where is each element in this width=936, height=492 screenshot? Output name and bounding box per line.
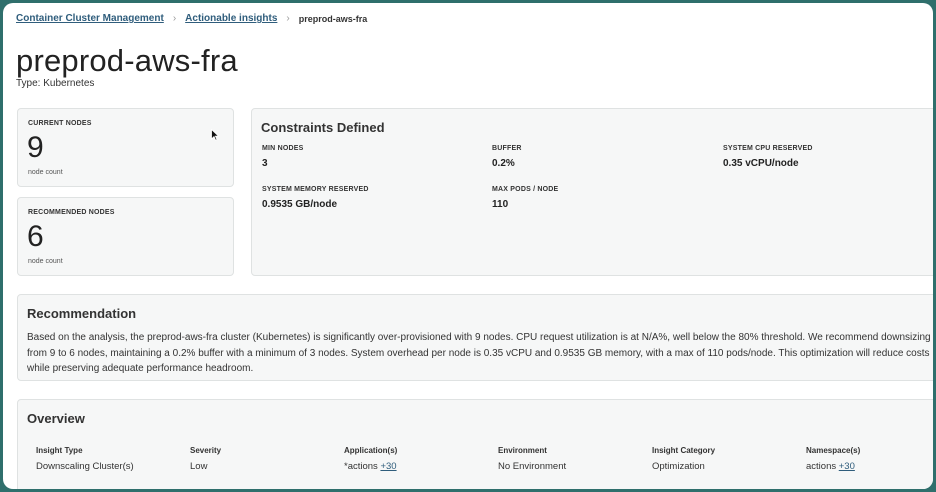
overview-header: Environment [498,446,547,455]
overview-header: Namespace(s) [806,446,861,455]
constraint-min-nodes: MIN NODES 3 [262,145,303,169]
constraint-label: SYSTEM MEMORY RESERVED [262,186,369,193]
overview-column-namespaces: Namespace(s) actions +30 [806,446,860,472]
recommendation-card: Recommendation Based on the analysis, th… [17,294,933,381]
constraint-system-cpu-reserved: SYSTEM CPU RESERVED 0.35 vCPU/node [723,145,813,169]
overview-column-severity: Severity Low [190,446,221,472]
breadcrumb-current: preprod-aws-fra [298,13,368,24]
current-nodes-value: 9 [27,131,44,164]
current-nodes-label: CURRENT NODES [28,120,92,127]
current-nodes-card: CURRENT NODES 9 node count [17,108,234,187]
constraints-card: Constraints Defined MIN NODES 3 BUFFER 0… [251,108,933,276]
mouse-cursor-icon [211,129,219,141]
overview-column-environment: Environment No Environment [498,446,566,472]
overview-column-insight-category: Insight Category Optimization [652,446,715,472]
constraint-value: 110 [492,199,509,210]
overview-value: Downscaling Cluster(s) [36,461,134,472]
constraint-value: 3 [262,158,268,169]
breadcrumb-link-container-cluster-management[interactable]: Container Cluster Management [16,13,164,24]
overview-column-insight-type: Insight Type Downscaling Cluster(s) [36,446,134,472]
constraint-label: SYSTEM CPU RESERVED [723,145,813,152]
overview-value: Low [190,461,208,472]
chevron-right-icon: › [286,13,290,24]
constraint-max-pods: MAX PODS / NODE 110 [492,186,558,210]
constraint-label: MAX PODS / NODE [492,186,559,193]
app-window: Container Cluster Management › Actionabl… [3,3,933,489]
overview-column-applications: Application(s) *actions +30 [344,446,397,472]
overview-header: Insight Type [36,446,83,455]
constraint-value: 0.2% [492,158,515,169]
overview-title: Overview [27,411,85,426]
overview-value: No Environment [498,461,567,472]
recommendation-title: Recommendation [27,306,137,321]
constraint-value: 0.9535 GB/node [262,199,338,210]
constraint-label: MIN NODES [262,145,304,152]
overview-header: Insight Category [652,446,716,455]
overview-header: Severity [190,446,222,455]
namespaces-more-link[interactable]: +30 [839,461,855,472]
recommended-nodes-value: 6 [27,220,44,253]
overview-card: Overview Insight Type Downscaling Cluste… [17,399,933,489]
constraint-label: BUFFER [492,145,522,152]
recommendation-text: Based on the analysis, the preprod-aws-f… [27,332,931,374]
chevron-right-icon: › [172,13,177,24]
overview-value: Optimization [652,461,705,472]
applications-more-link[interactable]: +30 [380,461,396,472]
constraint-system-memory-reserved: SYSTEM MEMORY RESERVED 0.9535 GB/node [262,186,369,210]
breadcrumb-link-actionable-insights[interactable]: Actionable insights [185,13,277,24]
overview-value: *actions +30 [344,461,397,472]
recommended-nodes-card: RECOMMENDED NODES 6 node count [17,197,234,276]
current-nodes-note: node count [28,169,63,176]
recommended-nodes-label: RECOMMENDED NODES [28,209,115,216]
constraint-buffer: BUFFER 0.2% [492,145,522,169]
constraints-title: Constraints Defined [261,120,385,135]
overview-header: Application(s) [344,446,398,455]
constraint-value: 0.35 vCPU/node [723,158,799,169]
page-title: preprod-aws-fra [16,43,238,78]
recommended-nodes-note: node count [28,258,63,265]
breadcrumb: Container Cluster Management › Actionabl… [16,13,367,24]
overview-value: actions +30 [806,461,855,472]
page-subtitle: Type: Kubernetes [16,78,95,89]
